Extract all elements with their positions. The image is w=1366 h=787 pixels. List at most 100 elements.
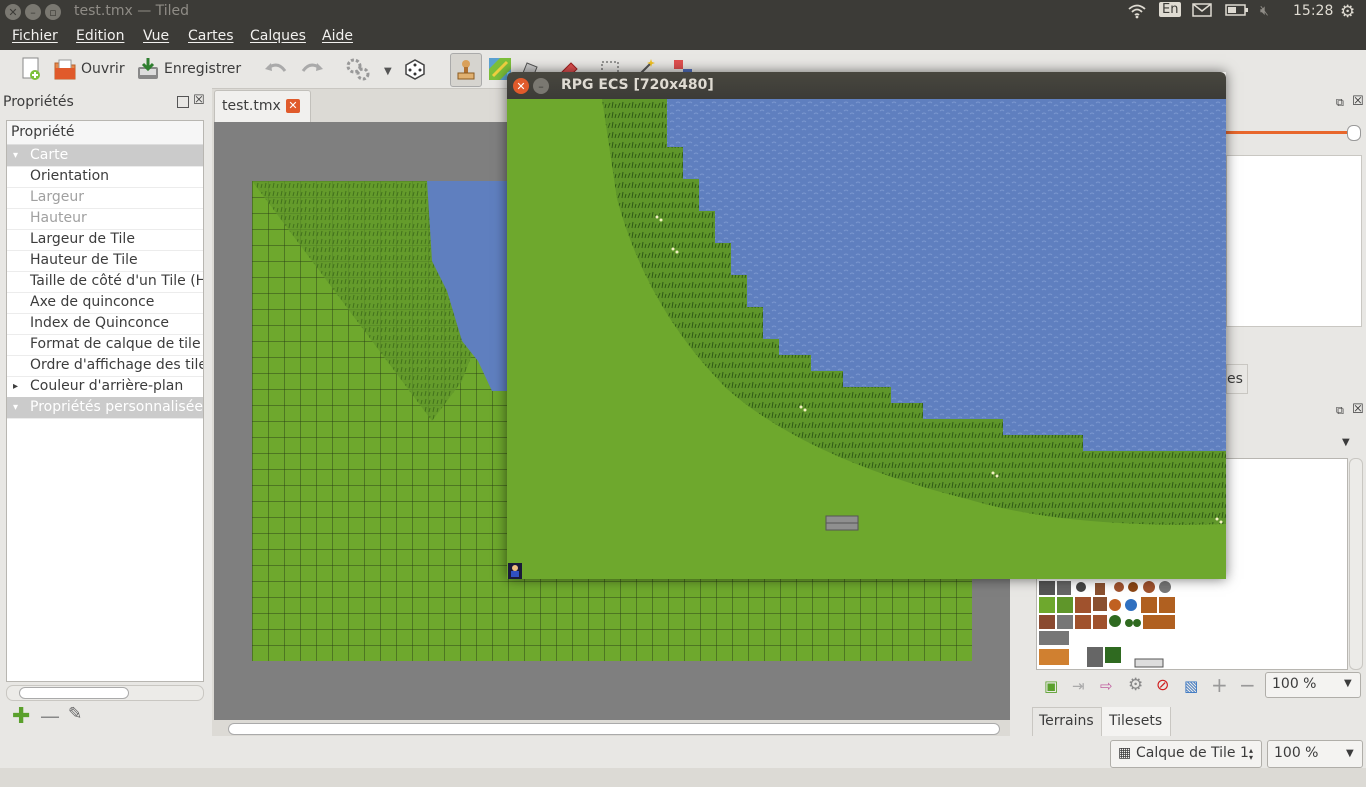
clock[interactable]: 15:28 (1293, 3, 1333, 19)
property-row[interactable]: Hauteur de Tile (7, 250, 203, 272)
tileset-vscrollbar[interactable] (1349, 458, 1363, 670)
save-button-label[interactable]: Enregistrer (164, 61, 241, 77)
tab-label: test.tmx (222, 98, 281, 114)
property-row[interactable]: Index de Quinconce (7, 313, 203, 335)
stamp-brush-icon[interactable] (450, 53, 482, 87)
menu-fichier[interactable]: Fichier (12, 28, 58, 44)
tileset-dock-float-icon[interactable]: ⧉ (1336, 404, 1344, 418)
properties-hscrollbar[interactable] (6, 685, 204, 701)
property-row-label: Largeur (30, 189, 85, 205)
window-minimize-icon[interactable]: – (25, 4, 41, 20)
grid-icon: ▦ (1118, 745, 1132, 761)
game-minimize-icon[interactable]: – (533, 78, 549, 94)
tileset-dock-close-icon[interactable]: ☒ (1352, 402, 1364, 417)
property-row[interactable]: Largeur de Tile (7, 229, 203, 251)
property-row[interactable]: ▸ Couleur d'arrière-plan (7, 376, 203, 398)
property-row-label: Largeur de Tile (30, 231, 135, 247)
add-property-icon[interactable]: ✚ (12, 704, 30, 729)
properties-column-header-label: Propriété (11, 124, 75, 140)
collapse-arrow-icon[interactable]: ▾ (13, 397, 18, 418)
chevron-down-icon: ▼ (1344, 678, 1352, 689)
layer-select-value: Calque de Tile 1 (1136, 745, 1249, 761)
game-window[interactable]: ✕ – RPG ECS [720x480] (507, 72, 1226, 579)
window-maximize-icon[interactable]: ▫ (45, 4, 61, 20)
tab-tilesets[interactable]: Tilesets (1101, 707, 1171, 738)
mail-icon[interactable] (1192, 3, 1212, 21)
property-row[interactable]: Hauteur (7, 208, 203, 230)
property-row-label: Propriétés personnalisées (30, 399, 203, 415)
wifi-icon[interactable] (1128, 3, 1146, 23)
collapse-arrow-icon[interactable]: ▾ (13, 145, 18, 166)
property-row-label: Orientation (30, 168, 110, 184)
property-group-row[interactable]: ▾ Propriétés personnalisées (7, 397, 203, 419)
property-row-label: Couleur d'arrière-plan (30, 378, 184, 394)
battery-icon[interactable] (1225, 3, 1249, 21)
export-tileset-icon[interactable]: ⇨ (1100, 677, 1113, 695)
new-file-icon[interactable] (18, 56, 44, 82)
tab-tilesets-label: Tilesets (1109, 713, 1163, 729)
property-row[interactable]: Ordre d'affichage des tile (7, 355, 203, 377)
properties-hscroll-thumb[interactable] (19, 687, 129, 699)
volume-muted-icon[interactable]: 🔇︎ (1260, 3, 1269, 19)
keyboard-language-indicator[interactable]: En (1159, 2, 1182, 17)
property-row[interactable]: Taille de côté d'un Tile (He (7, 271, 203, 293)
menu-calques[interactable]: Calques (250, 28, 306, 44)
game-window-titlebar[interactable]: ✕ – RPG ECS [720x480] (507, 72, 1226, 99)
property-row[interactable]: Format de calque de tile (7, 334, 203, 356)
opacity-slider-handle[interactable] (1347, 125, 1361, 141)
save-icon[interactable] (135, 56, 161, 82)
undo-icon[interactable] (263, 56, 289, 82)
commands-icon[interactable] (345, 56, 371, 82)
random-dice-icon[interactable] (402, 56, 428, 82)
menu-vue[interactable]: Vue (143, 28, 169, 44)
property-row[interactable]: Largeur (7, 187, 203, 209)
window-close-icon[interactable]: ✕ (5, 4, 21, 20)
import-tileset-icon[interactable]: ⇥ (1072, 677, 1085, 695)
spin-arrows-icon: ▴ ▾ (1249, 746, 1254, 762)
tab-close-icon[interactable]: ✕ (286, 99, 300, 113)
edit-terrain-icon[interactable]: ▧ (1184, 677, 1198, 695)
property-group-row[interactable]: ▾ Carte (7, 145, 203, 167)
property-row-label: Hauteur (30, 210, 87, 226)
property-row-label: Index de Quinconce (30, 315, 170, 331)
commands-dropdown-icon[interactable]: ▼ (384, 66, 392, 77)
tab-partial[interactable]: es (1226, 364, 1248, 394)
remove-property-icon[interactable]: — (40, 704, 60, 728)
zoom-in-icon[interactable]: + (1211, 673, 1228, 697)
zoom-out-icon[interactable]: − (1239, 673, 1256, 697)
layers-list[interactable] (1226, 155, 1362, 327)
properties-column-header[interactable]: Propriété (7, 121, 203, 145)
menu-edition[interactable]: Edition (76, 28, 124, 44)
settings-gear-icon[interactable]: ⚙ (1340, 2, 1355, 22)
properties-table[interactable]: Propriété ▾ Carte Orientation Largeur Hauteu… (6, 120, 204, 682)
expand-arrow-icon[interactable]: ▸ (13, 376, 18, 397)
opacity-slider[interactable] (1226, 131, 1356, 134)
open-file-icon[interactable] (52, 56, 78, 82)
tileset-properties-icon[interactable]: ⚙ (1128, 675, 1143, 695)
tab-test-tmx[interactable]: test.tmx ✕ (214, 90, 311, 123)
property-row-label: Carte (30, 147, 69, 163)
menu-cartes[interactable]: Cartes (188, 28, 234, 44)
dock-close-icon[interactable]: ☒ (193, 93, 205, 108)
rename-property-icon[interactable]: ✎ (68, 704, 82, 724)
map-hscroll-thumb[interactable] (228, 723, 1000, 735)
dock-close-icon-right[interactable]: ☒ (1352, 94, 1364, 109)
redo-icon[interactable] (299, 56, 325, 82)
status-zoom-select[interactable]: 100 % ▼ (1267, 740, 1363, 768)
property-row[interactable]: Orientation (7, 166, 203, 188)
dock-float-icon[interactable] (177, 96, 189, 108)
open-button-label[interactable]: Ouvrir (81, 61, 125, 77)
layer-select[interactable]: ▦ Calque de Tile 1 ▴ ▾ (1110, 740, 1262, 768)
chevron-down-icon: ▼ (1346, 748, 1354, 759)
dock-float-icon-right[interactable]: ⧉ (1336, 96, 1344, 110)
game-canvas[interactable] (507, 99, 1226, 579)
map-hscrollbar[interactable] (214, 722, 1010, 736)
menu-aide[interactable]: Aide (322, 28, 353, 44)
game-close-icon[interactable]: ✕ (513, 78, 529, 94)
tab-terrains[interactable]: Terrains (1032, 707, 1102, 737)
tileset-menu-dropdown-icon[interactable]: ▼ (1342, 437, 1350, 448)
remove-tileset-icon[interactable]: ⊘ (1156, 675, 1169, 694)
property-row[interactable]: Axe de quinconce (7, 292, 203, 314)
tileset-zoom-select[interactable]: 100 % ▼ (1265, 672, 1361, 698)
new-tileset-icon[interactable]: ▣ (1044, 677, 1058, 695)
